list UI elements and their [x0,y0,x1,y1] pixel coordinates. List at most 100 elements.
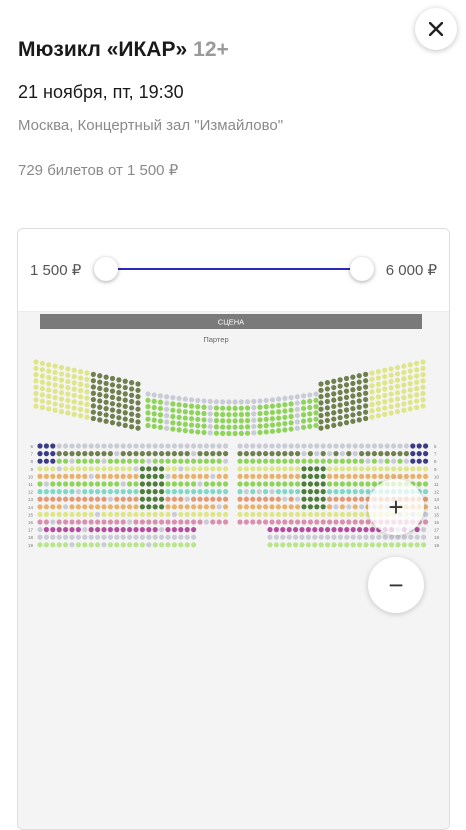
seat[interactable] [384,466,390,472]
seat[interactable] [195,423,201,429]
seat[interactable] [294,419,300,425]
seat[interactable] [75,443,81,449]
seat[interactable] [238,430,244,436]
seat[interactable] [95,481,101,487]
seat[interactable] [191,443,197,449]
seat[interactable] [213,424,220,430]
seat[interactable] [294,394,300,400]
seat[interactable] [313,416,319,422]
seat[interactable] [318,425,324,431]
seat[interactable] [139,473,145,479]
seat[interactable] [191,451,197,457]
seat[interactable] [269,511,275,517]
seat[interactable] [243,489,249,495]
seat[interactable] [146,489,152,495]
seat[interactable] [324,411,330,417]
seat[interactable] [88,473,94,479]
seat[interactable] [263,451,269,457]
seat[interactable] [95,534,101,540]
seat[interactable] [223,443,229,449]
seat[interactable] [244,411,251,417]
seat[interactable] [90,409,96,415]
seat[interactable] [251,398,257,404]
seat[interactable] [423,458,429,464]
seat[interactable] [343,407,350,413]
seat[interactable] [75,466,81,472]
seat[interactable] [43,511,49,517]
seat[interactable] [250,519,256,525]
seat[interactable] [216,489,222,495]
seat[interactable] [88,504,94,510]
seat[interactable] [39,385,45,392]
seat[interactable] [69,473,75,479]
seat[interactable] [50,466,56,472]
seat[interactable] [184,519,190,525]
seat[interactable] [129,417,135,424]
seat[interactable] [401,534,407,540]
seat[interactable] [165,534,171,540]
seat[interactable] [107,473,113,479]
seat[interactable] [114,489,120,495]
seat[interactable] [414,367,420,373]
seat[interactable] [56,504,62,510]
seat[interactable] [52,401,58,407]
seat[interactable] [157,399,164,405]
seat[interactable] [82,496,88,502]
seat[interactable] [275,481,281,487]
seat[interactable] [384,443,390,449]
seat[interactable] [63,481,69,487]
seat[interactable] [256,451,262,457]
seat[interactable] [295,481,301,487]
price-slider-min-handle[interactable] [94,257,118,281]
seat[interactable] [210,466,216,472]
seat[interactable] [103,399,109,405]
seat[interactable] [165,504,171,510]
seat[interactable] [243,519,249,525]
seat[interactable] [394,377,401,383]
seat[interactable] [356,417,362,423]
seat[interactable] [75,458,81,464]
seat[interactable] [171,519,177,525]
seat[interactable] [226,411,232,418]
seat[interactable] [257,398,263,404]
seat[interactable] [159,466,165,472]
seat[interactable] [325,542,331,548]
seat[interactable] [371,458,377,464]
seat[interactable] [84,376,90,382]
seat[interactable] [58,409,65,415]
seat[interactable] [95,527,101,533]
seat[interactable] [337,527,343,533]
seat[interactable] [116,396,122,402]
seat[interactable] [114,496,120,502]
seat[interactable] [359,443,365,449]
seat[interactable] [216,473,222,479]
seat[interactable] [263,466,269,472]
seat[interactable] [116,377,122,383]
seat[interactable] [357,542,363,548]
seat[interactable] [75,496,81,502]
seat[interactable] [122,378,128,384]
seat[interactable] [135,412,141,419]
seat[interactable] [244,399,251,405]
seat[interactable] [139,527,145,533]
seat[interactable] [191,496,197,502]
seat[interactable] [176,395,182,401]
seat[interactable] [182,428,188,434]
seat[interactable] [363,527,369,533]
seat[interactable] [171,534,177,540]
seat[interactable] [276,409,282,415]
seat[interactable] [213,417,220,424]
seat[interactable] [369,376,375,382]
seat[interactable] [331,384,337,391]
seat[interactable] [37,451,43,457]
seat[interactable] [273,527,279,533]
seat[interactable] [207,430,213,436]
seat[interactable] [152,496,158,502]
seat[interactable] [178,473,184,479]
seat[interactable] [250,458,256,464]
seat[interactable] [343,382,350,388]
seat[interactable] [394,383,401,389]
seat[interactable] [88,496,94,502]
seat[interactable] [69,496,75,502]
seat[interactable] [127,519,133,525]
